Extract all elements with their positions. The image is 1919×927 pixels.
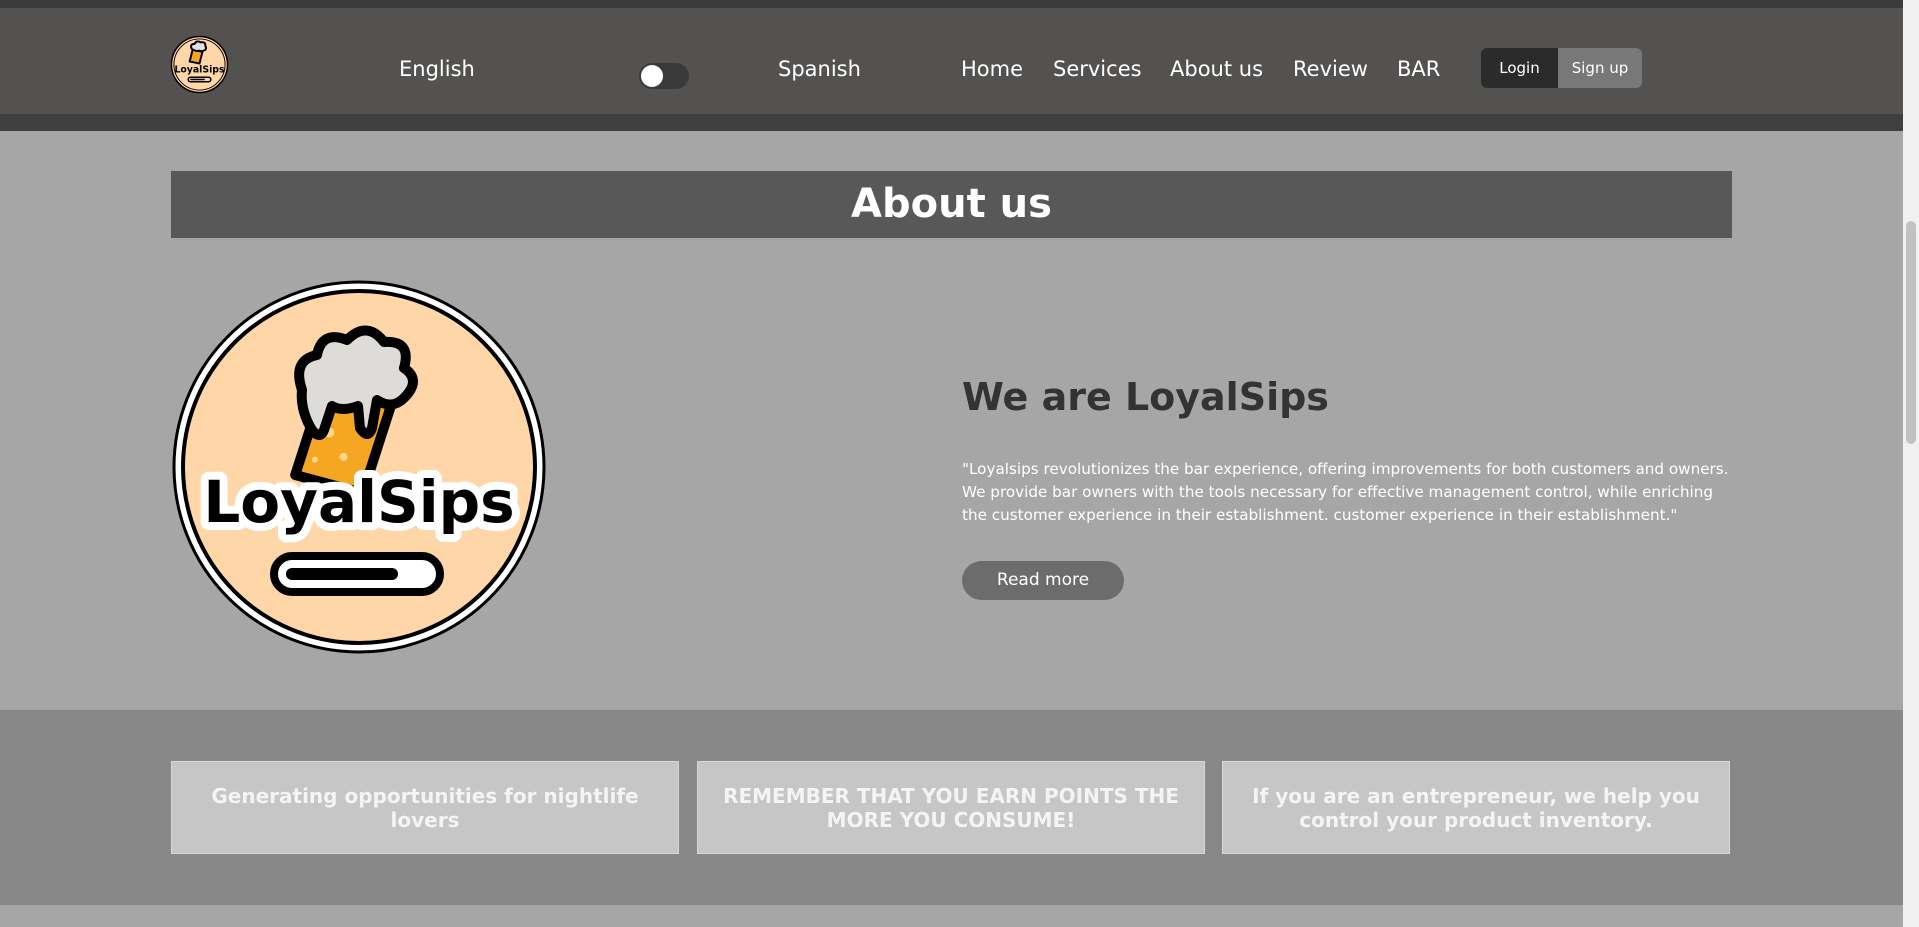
read-more-button[interactable]: Read more — [962, 561, 1124, 600]
vertical-scrollbar[interactable] — [1903, 0, 1919, 927]
logo-wordmark: LoyalSips — [174, 64, 225, 75]
browser-top-strip — [0, 0, 1903, 8]
nav-about-us[interactable]: About us — [1170, 56, 1263, 82]
nav-bar[interactable]: BAR — [1397, 56, 1440, 82]
toggle-knob — [641, 65, 663, 87]
feature-card-points: REMEMBER THAT YOU EARN POINTS THE MORE Y… — [697, 761, 1205, 854]
about-us-banner-title: About us — [171, 171, 1732, 238]
nav-home[interactable]: Home — [961, 56, 1023, 82]
auth-button-group: Login Sign up — [1481, 48, 1642, 88]
language-toggle-switch[interactable] — [639, 63, 689, 89]
nav-shadow-band — [0, 114, 1903, 131]
nav-review[interactable]: Review — [1293, 56, 1368, 82]
language-spanish-label: Spanish — [778, 57, 861, 81]
feature-card-nightlife: Generating opportunities for nightlife l… — [171, 761, 679, 854]
loyalsips-logo-icon[interactable]: LoyalSips — [170, 35, 229, 94]
feature-card-text: If you are an entrepreneur, we help you … — [1252, 783, 1700, 832]
logo-wordmark-large: LoyalSips — [203, 468, 514, 536]
next-section-edge — [0, 905, 1903, 927]
scrollbar-thumb[interactable] — [1906, 221, 1916, 444]
feature-card-text: Generating opportunities for nightlife l… — [211, 783, 639, 832]
loyalsips-large-logo-icon: LoyalSips — [172, 280, 546, 654]
nav-services[interactable]: Services — [1053, 56, 1142, 82]
signup-button[interactable]: Sign up — [1558, 48, 1642, 88]
navbar: LoyalSips English Spanish Home Services … — [0, 8, 1903, 114]
login-button[interactable]: Login — [1481, 48, 1558, 88]
about-description: "Loyalsips revolutionizes the bar experi… — [962, 460, 1729, 524]
language-english-label: English — [399, 57, 475, 81]
feature-card-inventory: If you are an entrepreneur, we help you … — [1222, 761, 1730, 854]
feature-card-text: REMEMBER THAT YOU EARN POINTS THE MORE Y… — [723, 783, 1179, 832]
about-heading: We are LoyalSips — [962, 375, 1329, 419]
